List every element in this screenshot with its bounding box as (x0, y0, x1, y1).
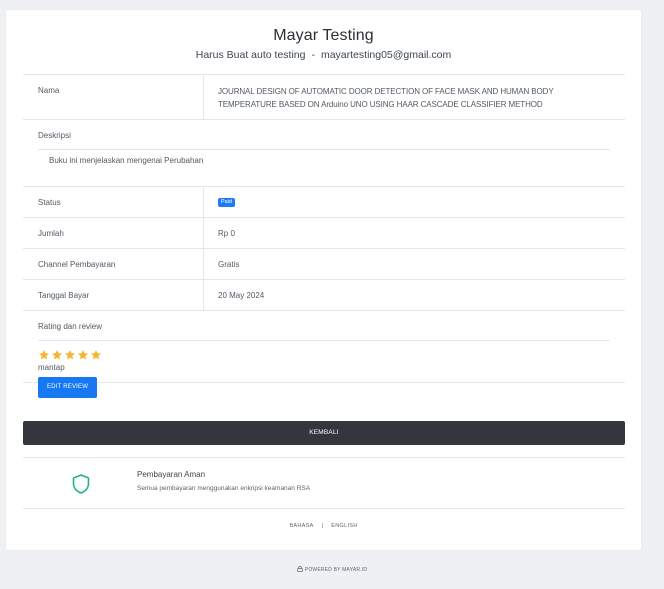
star-icon[interactable] (51, 349, 63, 361)
tanggal-label: Tanggal Bayar (23, 280, 204, 310)
secure-title: Pembayaran Aman (137, 470, 206, 479)
invoice-header: Mayar Testing Harus Buat auto testing - ma… (6, 27, 641, 61)
star-icon[interactable] (38, 349, 50, 361)
channel-value: Gratis (218, 259, 240, 269)
payment-details-table: Nama JOURNAL DESIGN OF AUTOMATIC DOOR DE… (23, 74, 625, 398)
powered-by[interactable]: POWERED BY MAYAR.ID (0, 566, 664, 573)
row-status: Status Paid (23, 187, 625, 218)
jumlah-value: Rp 0 (218, 228, 235, 238)
rating-label: Rating dan review (38, 322, 103, 331)
jumlah-label: Jumlah (23, 218, 204, 248)
page-title: Mayar Testing (273, 27, 374, 44)
rating-stars (38, 349, 610, 361)
language-switcher: BAHASA | ENGLISH (6, 523, 641, 529)
row-tanggal: Tanggal Bayar 20 May 2024 (23, 280, 625, 311)
language-separator: | (321, 523, 324, 529)
channel-label: Channel Pembayaran (23, 249, 204, 279)
kembali-button[interactable]: KEMBALI (23, 421, 625, 445)
star-icon[interactable] (64, 349, 76, 361)
row-channel: Channel Pembayaran Gratis (23, 249, 625, 280)
deskripsi-value: Buku ini menjelaskan mengenai Perubahan (49, 156, 204, 165)
tanggal-value: 20 May 2024 (218, 290, 265, 300)
language-english-link[interactable]: ENGLISH (331, 523, 357, 529)
shield-icon (72, 474, 90, 494)
star-icon[interactable] (77, 349, 89, 361)
row-nama: Nama JOURNAL DESIGN OF AUTOMATIC DOOR DE… (23, 75, 625, 120)
secure-description: Semua pembayaran menggunakan enkripsi ke… (137, 485, 311, 492)
nama-label: Nama (23, 75, 204, 119)
row-jumlah: Jumlah Rp 0 (23, 218, 625, 249)
language-bahasa-link[interactable]: BAHASA (289, 523, 313, 529)
powered-by-text: POWERED BY MAYAR.ID (304, 567, 368, 573)
star-icon[interactable] (90, 349, 102, 361)
invoice-card: Mayar Testing Harus Buat auto testing - ma… (6, 10, 641, 550)
status-badge: Paid (218, 197, 236, 207)
subtitle-separator: - (311, 49, 315, 61)
status-label: Status (23, 187, 204, 217)
review-text: mantap (38, 363, 65, 372)
page-subtitle: Harus Buat auto testing - mayartesting05@g… (6, 49, 641, 61)
subtitle-name: Harus Buat auto testing (195, 49, 306, 61)
secure-payment-panel: Pembayaran Aman Semua pembayaran menggun… (23, 457, 625, 509)
rating-section: Rating dan review mantap EDIT REVIEW (23, 311, 625, 398)
nama-value: JOURNAL DESIGN OF AUTOMATIC DOOR DETECTI… (218, 87, 554, 109)
edit-review-button[interactable]: EDIT REVIEW (38, 377, 98, 398)
lock-icon (297, 566, 303, 572)
divider (38, 340, 610, 341)
subtitle-email: mayartesting05@gmail.com (320, 49, 452, 61)
deskripsi-label: Deskripsi (38, 131, 71, 140)
row-deskripsi: Deskripsi Buku ini menjelaskan mengenai … (23, 120, 625, 187)
